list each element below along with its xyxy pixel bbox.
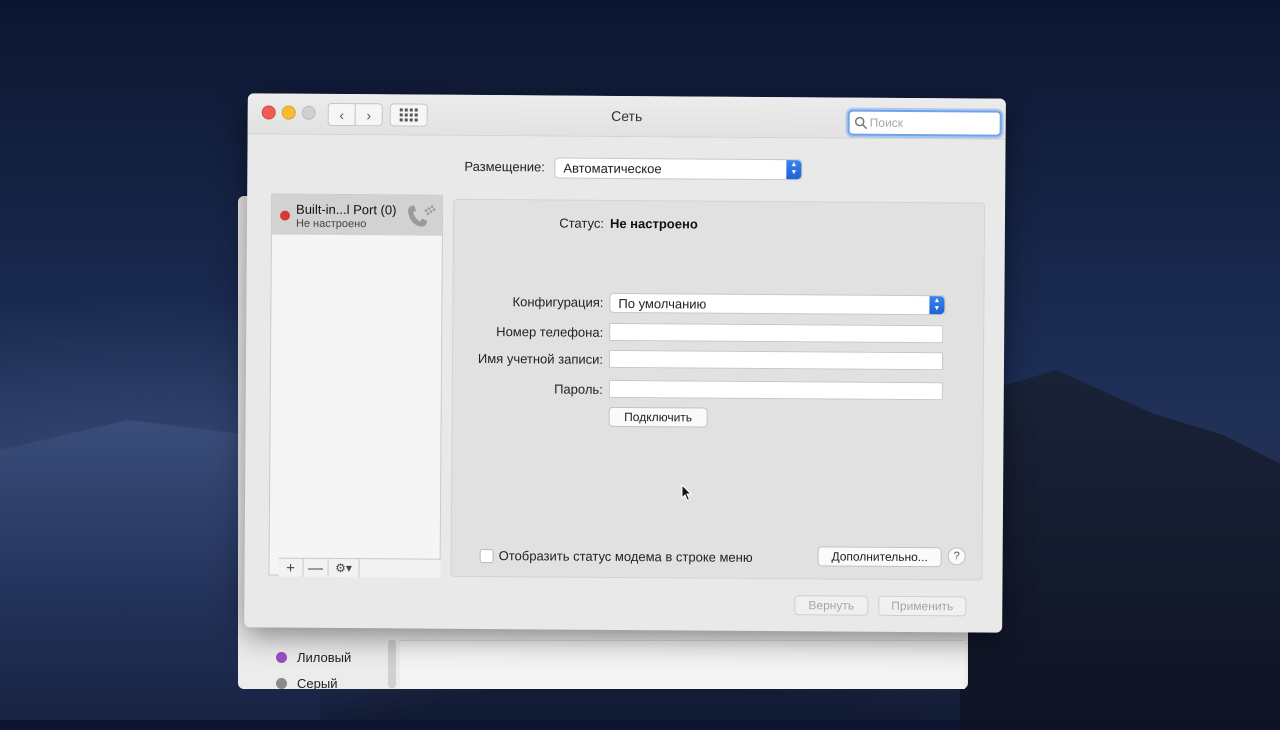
connect-button[interactable]: Подключить [608,406,708,428]
add-service-button[interactable]: + [278,558,304,577]
background-scrollbar[interactable] [388,640,396,688]
show-modem-status-option[interactable]: Отобразить статус модема в строке меню [479,548,753,565]
revert-button[interactable]: Вернуть [794,595,869,616]
account-name-field[interactable] [608,349,944,371]
service-status: Не настроено [295,217,367,231]
account-name-label: Имя учетной записи: [477,350,604,367]
search-field[interactable]: Поиск [847,109,1002,137]
search-placeholder: Поиск [869,115,903,130]
service-item-builtin-port[interactable]: Built-in...l Port (0) Не настроено [271,194,443,236]
network-preferences-window: ‹ › Сеть Поиск Размещение: Автоматическо… [244,93,1006,633]
service-name: Built-in...l Port (0) [296,201,397,218]
password-field[interactable] [608,379,943,401]
titlebar: ‹ › Сеть Поиск [247,93,1006,140]
location-label: Размещение: [464,158,545,175]
location-value: Автоматическое [563,160,662,177]
minus-icon: — [308,559,324,577]
show-modem-status-label: Отобразить статус модема в строке меню [498,548,753,565]
advanced-button[interactable]: Дополнительно... [817,546,942,568]
search-icon [854,116,868,130]
service-list: Built-in...l Port (0) Не настроено [268,193,444,577]
show-modem-status-checkbox[interactable] [479,548,494,563]
background-list-area [400,640,965,689]
configuration-value: По умолчанию [618,295,707,312]
remove-service-button[interactable]: — [303,558,329,577]
status-label: Статус: [559,215,605,231]
service-actions-button[interactable]: ⚙▾ [328,558,360,578]
background-item-purple[interactable]: Лиловый [276,650,351,665]
background-item-label: Лиловый [297,650,352,665]
status-dot-icon [279,210,291,221]
configuration-label: Конфигурация: [512,294,604,310]
background-color-list: Лиловый Серый [262,620,392,695]
status-value: Не настроено [609,215,698,232]
apply-button[interactable]: Применить [878,595,967,617]
password-label: Пароль: [554,381,603,397]
gear-icon: ⚙▾ [335,560,353,576]
help-button[interactable]: ? [947,547,966,566]
purple-dot-icon [276,652,287,663]
phone-number-label: Номер телефона: [496,324,604,340]
background-item-gray[interactable]: Серый [276,676,337,691]
service-detail-pane: Статус: Не настроено Конфигурация: По ум… [450,198,986,581]
background-item-label: Серый [297,676,338,691]
service-list-toolbar: + — ⚙▾ [278,557,441,578]
updown-arrows-icon: ▲ ▼ [929,296,945,315]
location-select[interactable]: Автоматическое ▲ ▼ [554,157,803,181]
gray-dot-icon [276,678,287,689]
phone-number-field[interactable] [609,322,944,344]
plus-icon: + [286,559,295,577]
updown-arrows-icon: ▲ ▼ [786,160,802,180]
desktop-mountain-right [960,370,1280,730]
configuration-select[interactable]: По умолчанию ▲ ▼ [609,292,946,316]
phone-handset-icon [408,205,436,227]
mouse-pointer-icon [681,484,693,502]
